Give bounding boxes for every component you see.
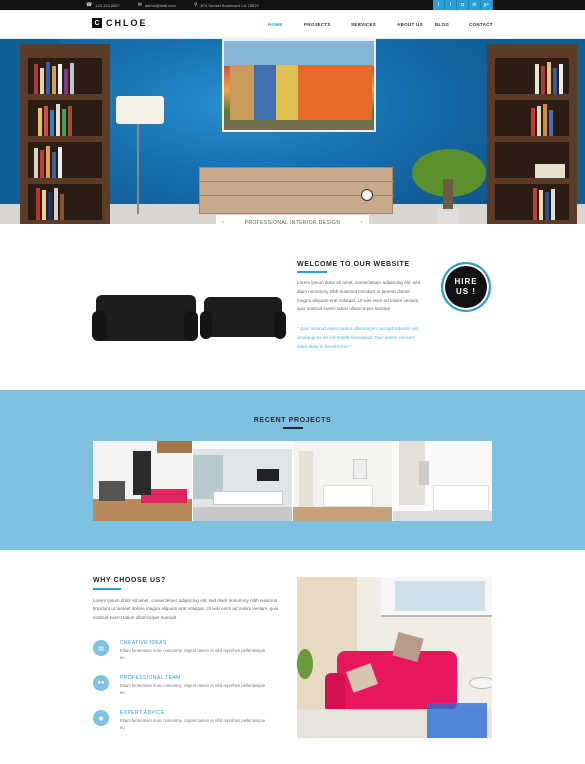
hero-slider (0, 39, 585, 224)
linkedin-icon[interactable]: in (469, 0, 481, 10)
phone-icon: ☎ (86, 2, 93, 8)
recent-projects-title: RECENT PROJECTS (253, 417, 332, 424)
welcome-quote: " Quis nostrud exerci tation ullamcorper… (297, 326, 419, 349)
phone-item: ☎ 123 123 5567 (86, 2, 120, 8)
logo-text: CHLOE (106, 18, 148, 28)
feature-title: PROFESSIONAL TEAM (120, 675, 181, 681)
instagram-icon[interactable]: ◘ (457, 0, 469, 10)
feature-creative-ideas: ▤ CREATIVE IDEAS Etiam fermentum nunc no… (93, 640, 283, 666)
feature-professional-team: ●● PROFESSIONAL TEAM Etiam fermentum nun… (93, 675, 283, 701)
bonsai-pot (437, 209, 459, 224)
why-choose-title: WHY CHOOSE US? (93, 577, 166, 584)
project-thumbnail-3[interactable] (293, 441, 393, 521)
bookshelf-left (20, 44, 110, 224)
phone-text: 123 123 5567 (95, 2, 120, 8)
feature-text: Etiam fermentum nunc nonummy. Urgent tam… (120, 683, 266, 695)
floor-lamp-pole (137, 124, 139, 214)
slider-next-arrow[interactable]: › (361, 220, 363, 226)
bookshelf-right (487, 44, 577, 224)
slider-caption-text: PROFESSIONAL INTERIOR DESIGN (244, 219, 341, 226)
contact-info: ☎ 123 123 5567 ✉ admin@mail.com ⚲ 874 Su… (86, 2, 273, 8)
site-header: C CHLOE HOME PROJECTS SERVICES ABOUT US … (0, 10, 585, 39)
document-icon: ▤ (93, 640, 109, 656)
hire-us-line1: HIRE (454, 277, 478, 286)
welcome-title: WELCOME TO OUR WEBSITE (297, 261, 410, 268)
slider-caption: ‹ PROFESSIONAL INTERIOR DESIGN › (216, 215, 369, 230)
recent-projects-section: RECENT PROJECTS (0, 390, 585, 550)
facebook-icon[interactable]: f (433, 0, 445, 10)
envelope-icon: ✉ (137, 2, 142, 8)
sofa-image (92, 285, 287, 351)
social-links: f t ◘ in g+ (433, 0, 493, 10)
team-icon: ●● (93, 675, 109, 691)
alarm-clock (361, 189, 373, 201)
living-room-photo (297, 577, 492, 738)
google-plus-icon[interactable]: g+ (481, 0, 493, 10)
project-thumbnail-2[interactable] (193, 441, 293, 521)
feature-title: EXPERT ADVICE (120, 710, 165, 716)
feature-text: Etiam fermentum nunc nonummy. Urgent tam… (120, 718, 266, 730)
feature-text: Etiam fermentum nunc nonummy. Urgent tam… (120, 648, 266, 660)
floor-lamp-shade (116, 96, 164, 124)
feature-title: CREATIVE IDEAS (120, 640, 167, 646)
nav-projects[interactable]: PROJECTS (304, 22, 351, 27)
nav-blog[interactable]: BLOG (435, 22, 469, 27)
why-underline (93, 588, 121, 590)
projects-underline (283, 427, 303, 429)
address-item: ⚲ 874 Sunset Boulevard CA 78879 (194, 2, 259, 8)
project-gallery (93, 441, 492, 521)
nav-about-us[interactable]: ABOUT US (397, 22, 435, 27)
address-text: 874 Sunset Boulevard CA 78879 (200, 2, 259, 8)
welcome-underline (297, 271, 327, 273)
chat-icon: ◉ (93, 710, 109, 726)
top-bar: ☎ 123 123 5567 ✉ admin@mail.com ⚲ 874 Su… (0, 0, 585, 10)
project-thumbnail-1[interactable] (93, 441, 193, 521)
welcome-body: Lorem ipsum dolor sit amet, consectetuer… (297, 280, 421, 312)
nav-contact[interactable]: CONTACT (469, 22, 499, 27)
main-nav: HOME PROJECTS SERVICES ABOUT US BLOG CON… (268, 22, 499, 27)
email-item[interactable]: ✉ admin@mail.com (138, 2, 176, 8)
why-choose-body: Lorem ipsum dolor sit amet, consectetuer… (93, 598, 279, 620)
logo[interactable]: C CHLOE (92, 18, 148, 28)
logo-mark: C (92, 18, 102, 28)
feature-expert-advice: ◉ EXPERT ADVICE Etiam fermentum nunc non… (93, 710, 283, 736)
location-pin-icon: ⚲ (193, 2, 198, 8)
hire-us-button[interactable]: HIRE US ! (441, 262, 491, 312)
twitter-icon[interactable]: t (445, 0, 457, 10)
slider-prev-arrow[interactable]: ‹ (222, 220, 224, 226)
hire-us-line2: US ! (456, 287, 476, 296)
email-text[interactable]: admin@mail.com (145, 3, 176, 8)
project-thumbnail-4[interactable] (393, 441, 492, 521)
wall-painting (222, 39, 376, 132)
nav-home[interactable]: HOME (268, 22, 304, 27)
nav-services[interactable]: SERVICES (351, 22, 397, 27)
